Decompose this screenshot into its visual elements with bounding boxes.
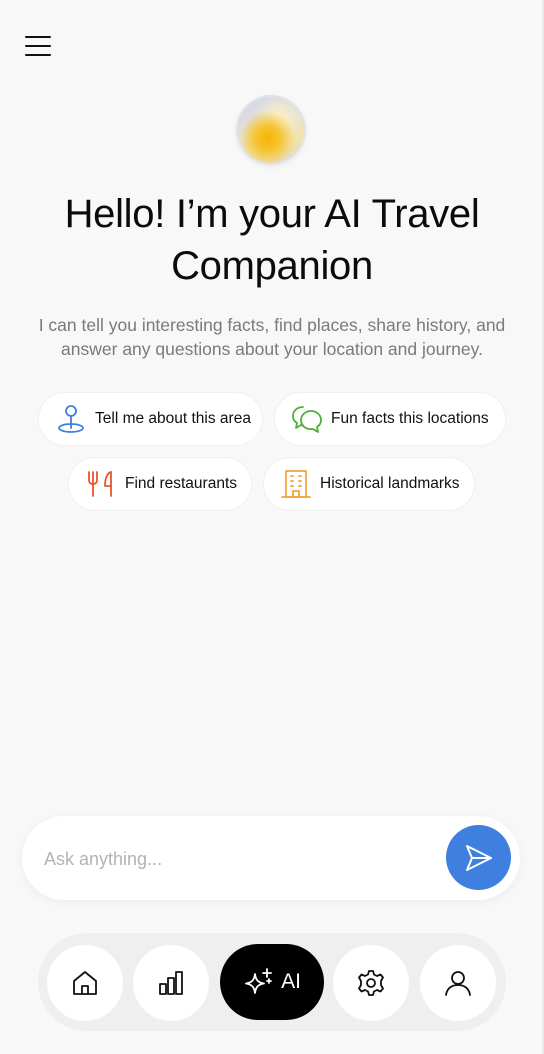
page-title-line-2: Companion <box>171 244 373 288</box>
subtitle-line-1: I can tell you interesting facts, find p… <box>38 315 506 335</box>
nav-home-button[interactable] <box>47 945 123 1021</box>
hamburger-menu-icon[interactable] <box>22 32 54 60</box>
suggestion-chip-fun-facts[interactable]: Fun facts this locations <box>275 393 505 445</box>
nav-profile-button[interactable] <box>420 945 496 1021</box>
subtitle-line-2: answer any questions about your location… <box>61 339 483 359</box>
nav-ai-label: AI <box>281 970 301 993</box>
fork-knife-icon <box>85 468 117 500</box>
suggestion-label: Historical landmarks <box>320 475 460 492</box>
ai-orb-avatar <box>236 95 306 165</box>
page-title: Hello! I’m your AI Travel Companion <box>0 188 544 292</box>
suggestion-chip-restaurants[interactable]: Find restaurants <box>69 458 251 510</box>
gear-icon <box>356 968 386 998</box>
suggestion-label: Fun facts this locations <box>331 410 489 427</box>
menu-line <box>25 45 51 47</box>
bottom-navigation: AI <box>38 933 506 1031</box>
nav-ai-button[interactable]: AI <box>220 944 324 1020</box>
suggestion-label: Find restaurants <box>125 475 237 492</box>
menu-line <box>25 54 51 56</box>
message-composer <box>22 816 520 900</box>
page-subtitle: I can tell you interesting facts, find p… <box>26 313 518 361</box>
location-pin-icon <box>55 403 87 435</box>
suggestion-chip-area[interactable]: Tell me about this area <box>39 393 262 445</box>
page-title-line-1: Hello! I’m your AI Travel <box>64 192 480 236</box>
home-icon <box>70 968 100 998</box>
nav-stats-button[interactable] <box>133 945 209 1021</box>
building-icon <box>280 468 312 500</box>
suggestion-chip-landmarks[interactable]: Historical landmarks <box>264 458 474 510</box>
sparkles-icon <box>243 966 275 998</box>
nav-settings-button[interactable] <box>333 945 409 1021</box>
send-button[interactable] <box>446 825 511 890</box>
bar-chart-icon <box>156 968 186 998</box>
user-icon <box>443 968 473 998</box>
suggestion-label: Tell me about this area <box>95 410 251 427</box>
message-input[interactable] <box>42 838 426 880</box>
menu-line <box>25 36 51 38</box>
chat-bubbles-icon <box>291 403 323 435</box>
send-icon <box>463 842 495 874</box>
